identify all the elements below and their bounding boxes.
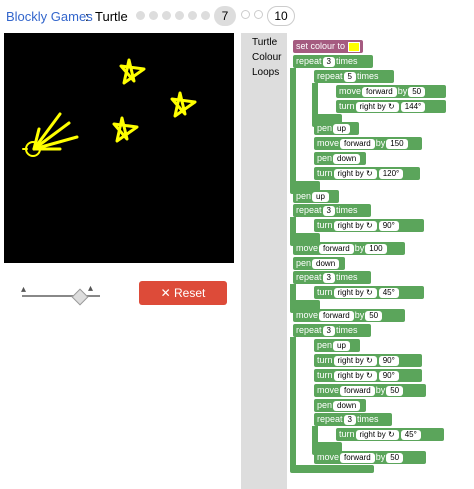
level-dot-8[interactable] <box>241 10 250 19</box>
repeat-block[interactable]: repeat 3 times <box>293 55 373 68</box>
turn-block[interactable]: turn right by ↻ 90° <box>314 219 424 232</box>
turn-block[interactable]: turn right by ↻ 144° <box>336 100 446 113</box>
repeat-block[interactable]: repeat 3 times <box>293 204 371 217</box>
turn-block[interactable]: turn right by ↻ 45° <box>314 286 424 299</box>
turn-block[interactable]: turn right by ↻ 90° <box>314 354 422 367</box>
move-block[interactable]: move forward by 150 <box>314 137 422 150</box>
reset-label: Reset <box>174 286 206 300</box>
level-dot-9[interactable] <box>254 10 263 19</box>
move-block[interactable]: move forward by 50 <box>293 309 405 322</box>
do-label: do <box>297 287 308 297</box>
pen-block[interactable]: pen down <box>314 399 366 412</box>
level-dot-4[interactable] <box>175 11 184 20</box>
do-label: do <box>297 339 308 349</box>
repeat-arm <box>290 337 296 469</box>
title-separator: : <box>85 9 89 24</box>
rabbit-fast-icon: ▴ <box>88 283 94 294</box>
reset-button[interactable]: ✕ Reset <box>139 281 227 305</box>
level-dot-2[interactable] <box>149 11 158 20</box>
pen-block[interactable]: pen down <box>314 152 366 165</box>
pen-block[interactable]: pen up <box>293 190 339 203</box>
repeat-block[interactable]: repeat 3 times <box>293 271 371 284</box>
move-block[interactable]: move forward by 50 <box>336 85 446 98</box>
turtle-slow-icon: ▴ <box>21 284 27 295</box>
star-shape <box>112 116 139 143</box>
pen-block[interactable]: pen up <box>314 339 360 352</box>
blockly-games-link[interactable]: Blockly Games <box>6 9 93 24</box>
speed-slider-thumb[interactable] <box>71 288 89 306</box>
level-dot-6[interactable] <box>201 11 210 20</box>
colour-swatch[interactable] <box>347 41 360 52</box>
repeat-block[interactable]: repeat 3 times <box>314 413 392 426</box>
set-colour-block[interactable]: set colour to <box>293 40 363 53</box>
repeat-arm <box>290 68 296 186</box>
pen-block[interactable]: pen down <box>293 257 345 270</box>
pen-block[interactable]: pen up <box>314 122 359 135</box>
toolbox-category-colour[interactable]: Colour <box>252 52 281 63</box>
move-block[interactable]: move forward by 50 <box>314 451 426 464</box>
toolbox-category-turtle[interactable]: Turtle <box>252 37 277 48</box>
do-label: do <box>297 220 308 230</box>
close-icon: ✕ <box>160 286 171 300</box>
turtle-canvas <box>4 33 234 263</box>
move-block[interactable]: move forward by 100 <box>293 242 405 255</box>
repeat-end <box>290 465 374 473</box>
star-shape <box>119 58 146 85</box>
star-shape <box>170 91 197 118</box>
level-dot-5[interactable] <box>188 11 197 20</box>
repeat-block[interactable]: repeat 5 times <box>314 70 394 83</box>
turn-block[interactable]: turn right by ↻ 45° <box>336 428 444 441</box>
do-label: do <box>318 85 329 95</box>
do-label: do <box>318 429 329 439</box>
do-label: do <box>297 85 308 95</box>
turtle-drawing <box>22 58 197 157</box>
app-title: Turtle <box>95 9 128 24</box>
level-current[interactable]: 7 <box>214 6 236 26</box>
level-dot-3[interactable] <box>162 11 171 20</box>
turn-block[interactable]: turn right by ↻ 90° <box>314 369 422 382</box>
move-block[interactable]: move forward by 50 <box>314 384 426 397</box>
toolbox <box>241 33 287 489</box>
turn-block[interactable]: turn right by ↻ 120° <box>314 167 420 180</box>
level-dot-1[interactable] <box>136 11 145 20</box>
repeat-block[interactable]: repeat 3 times <box>293 324 371 337</box>
level-last[interactable]: 10 <box>267 6 295 26</box>
toolbox-category-loops[interactable]: Loops <box>252 67 279 78</box>
